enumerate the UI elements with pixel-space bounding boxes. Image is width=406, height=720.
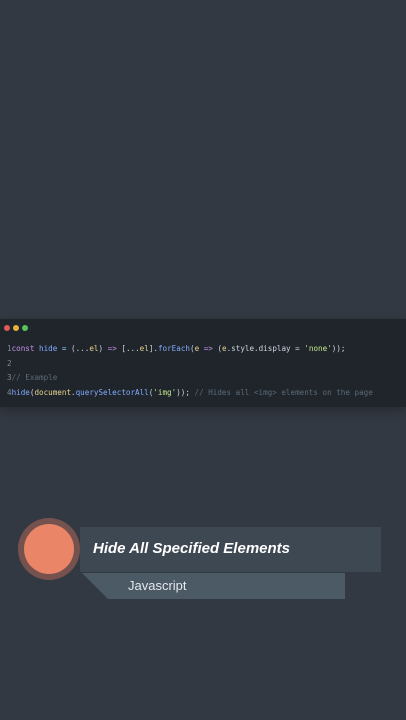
- code-token: 'none': [304, 344, 332, 353]
- video-frame: 1const hide = (...el) => [...el].forEach…: [0, 0, 406, 720]
- language-label: Javascript: [128, 578, 187, 593]
- code-token: =: [57, 344, 72, 353]
- code-token: 'img': [153, 387, 177, 397]
- code-block: 1const hide = (...el) => [...el].forEach…: [7, 342, 373, 400]
- code-token: el: [139, 344, 149, 353]
- code-token: ));: [331, 344, 346, 353]
- code-token: (: [212, 344, 223, 353]
- code-token: =>: [107, 344, 117, 353]
- code-token: const: [11, 344, 35, 353]
- close-dot-icon: [4, 325, 10, 331]
- minimize-dot-icon: [13, 325, 19, 331]
- code-line: 4hide(document.querySelectorAll('img'));…: [7, 386, 373, 401]
- code-token: hide: [11, 387, 30, 397]
- accent-circle: [24, 524, 74, 574]
- line-number: 2: [7, 358, 12, 368]
- code-token: document: [34, 387, 72, 397]
- code-line: 3// Example: [7, 371, 373, 386]
- title-banner: Hide All Specified Elements: [80, 527, 381, 572]
- code-token: (...: [71, 344, 90, 353]
- code-token: =>: [203, 344, 213, 353]
- code-token: // Example: [11, 373, 58, 383]
- code-token: // Hides all <img> elements on the page: [194, 387, 373, 397]
- code-window: 1const hide = (...el) => [...el].forEach…: [0, 319, 406, 407]
- code-line: 1const hide = (...el) => [...el].forEach…: [7, 342, 373, 357]
- code-token: ));: [176, 387, 195, 397]
- code-token: .style.display =: [226, 344, 305, 353]
- code-token: hide: [39, 344, 58, 353]
- code-line: 2: [7, 357, 373, 372]
- window-controls: [4, 325, 28, 331]
- subtitle-banner: Javascript: [82, 573, 345, 599]
- code-token: [...: [116, 344, 140, 353]
- code-token: querySelectorAll: [75, 387, 149, 397]
- code-token: forEach: [157, 344, 190, 353]
- maximize-dot-icon: [22, 325, 28, 331]
- video-title: Hide All Specified Elements: [93, 540, 290, 557]
- code-token: ].: [148, 344, 158, 353]
- code-token: ): [98, 344, 108, 353]
